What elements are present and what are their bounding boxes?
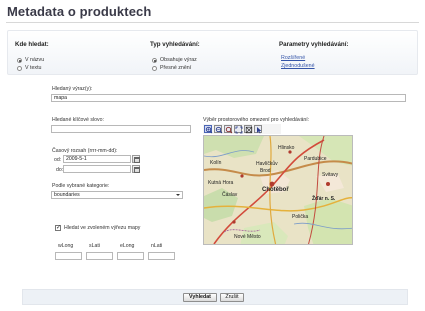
radio-in-text[interactable]: V textu <box>17 65 42 71</box>
wlong-input[interactable] <box>55 252 82 260</box>
pan-icon[interactable] <box>224 125 233 134</box>
chevron-down-icon <box>176 194 180 196</box>
full-extent-icon[interactable] <box>234 125 243 134</box>
zoom-out-icon[interactable] <box>214 125 223 134</box>
zoom-in-icon[interactable] <box>204 125 213 134</box>
search-options-panel: Kde hledat: V názvu V textu Typ vyhledáv… <box>7 30 418 75</box>
page-title: Metadata o produktech <box>7 4 152 19</box>
radio-exact[interactable]: Přesné znění <box>152 65 191 71</box>
phrase-label: Hledaný výraz(y): <box>52 86 93 92</box>
map-label: Nové Město <box>234 234 261 240</box>
footer-bar: Vyhledat Zrušit <box>22 289 408 305</box>
map-label: Svitavy <box>322 172 339 178</box>
slati-input[interactable] <box>86 252 113 260</box>
keyword-input[interactable] <box>51 125 191 133</box>
from-label: od: <box>54 157 62 163</box>
advanced-search-link[interactable]: Rozšířené <box>281 55 305 61</box>
map-label: Havlíčkův <box>256 160 278 167</box>
map-label: Pardubice <box>304 156 327 162</box>
phrase-input[interactable] <box>51 94 406 102</box>
map-label: Kolín <box>210 160 222 166</box>
map-extent-label: Výběr prostorového omezení pro vyhledává… <box>203 117 310 123</box>
coord-label-wlong: wLong <box>58 243 74 249</box>
map-label: Kutná Hora <box>208 180 234 186</box>
radio-label: V názvu <box>25 57 45 63</box>
coord-label-elong: eLong <box>120 243 135 249</box>
map-label: Čáslav <box>222 191 238 198</box>
radio-label: V textu <box>25 65 42 71</box>
search-where-heading: Kde hledat: <box>15 41 49 48</box>
map-view[interactable]: Hlinsko Havlíčkův Brod Chotěboř Kolín Ku… <box>203 135 353 245</box>
category-value: boundaries <box>54 192 80 198</box>
nlati-input[interactable] <box>148 252 175 260</box>
category-label: Podle vybrané kategorie: <box>52 183 110 189</box>
map-label: Hlinsko <box>278 145 295 151</box>
date-to-input[interactable] <box>63 165 131 173</box>
category-select[interactable]: boundaries <box>51 191 183 199</box>
current-extent-checkbox[interactable]: ✓ <box>55 225 61 231</box>
search-button[interactable]: Vyhledat <box>183 293 217 302</box>
radio-unselected-icon[interactable] <box>17 65 22 71</box>
elong-input[interactable] <box>117 252 144 260</box>
search-params-heading: Parametry vyhledávání: <box>279 41 349 48</box>
keyword-label: Hledané klíčové slovo: <box>52 117 104 123</box>
radio-in-title[interactable]: V názvu <box>17 57 44 63</box>
map-label: Brod <box>260 168 271 174</box>
cancel-button[interactable]: Zrušit <box>220 293 244 302</box>
map-toolbar <box>203 124 281 134</box>
current-extent-label: Hledat ve zvoleném výřezu mapy <box>64 225 141 231</box>
title-divider <box>6 22 419 23</box>
coord-label-slati: sLati <box>89 243 100 249</box>
date-from-input[interactable] <box>63 155 131 163</box>
radio-unselected-icon[interactable] <box>152 65 157 71</box>
calendar-from-icon[interactable] <box>132 155 140 163</box>
radio-label: Obsahuje výraz <box>160 57 197 63</box>
simple-search-link[interactable]: Zjednodušené <box>281 63 315 69</box>
coord-label-nlati: nLati <box>151 243 163 249</box>
radio-selected-icon[interactable] <box>17 57 22 63</box>
search-type-heading: Typ vyhledávání: <box>150 41 200 48</box>
map-canvas[interactable]: Hlinsko Havlíčkův Brod Chotěboř Kolín Ku… <box>204 136 353 245</box>
radio-selected-icon[interactable] <box>152 57 157 63</box>
pointer-icon[interactable] <box>254 125 262 134</box>
radio-contains[interactable]: Obsahuje výraz <box>152 57 197 63</box>
radio-label: Přesné znění <box>160 65 192 71</box>
time-range-label: Časový rozsah (rrrr-mm-dd): <box>52 148 118 154</box>
select-box-icon[interactable] <box>244 125 253 134</box>
map-label: Žďár n. S. <box>312 194 336 202</box>
map-label: Polička <box>292 214 308 220</box>
map-label: Chotěboř <box>262 187 289 193</box>
calendar-to-icon[interactable] <box>132 165 140 173</box>
